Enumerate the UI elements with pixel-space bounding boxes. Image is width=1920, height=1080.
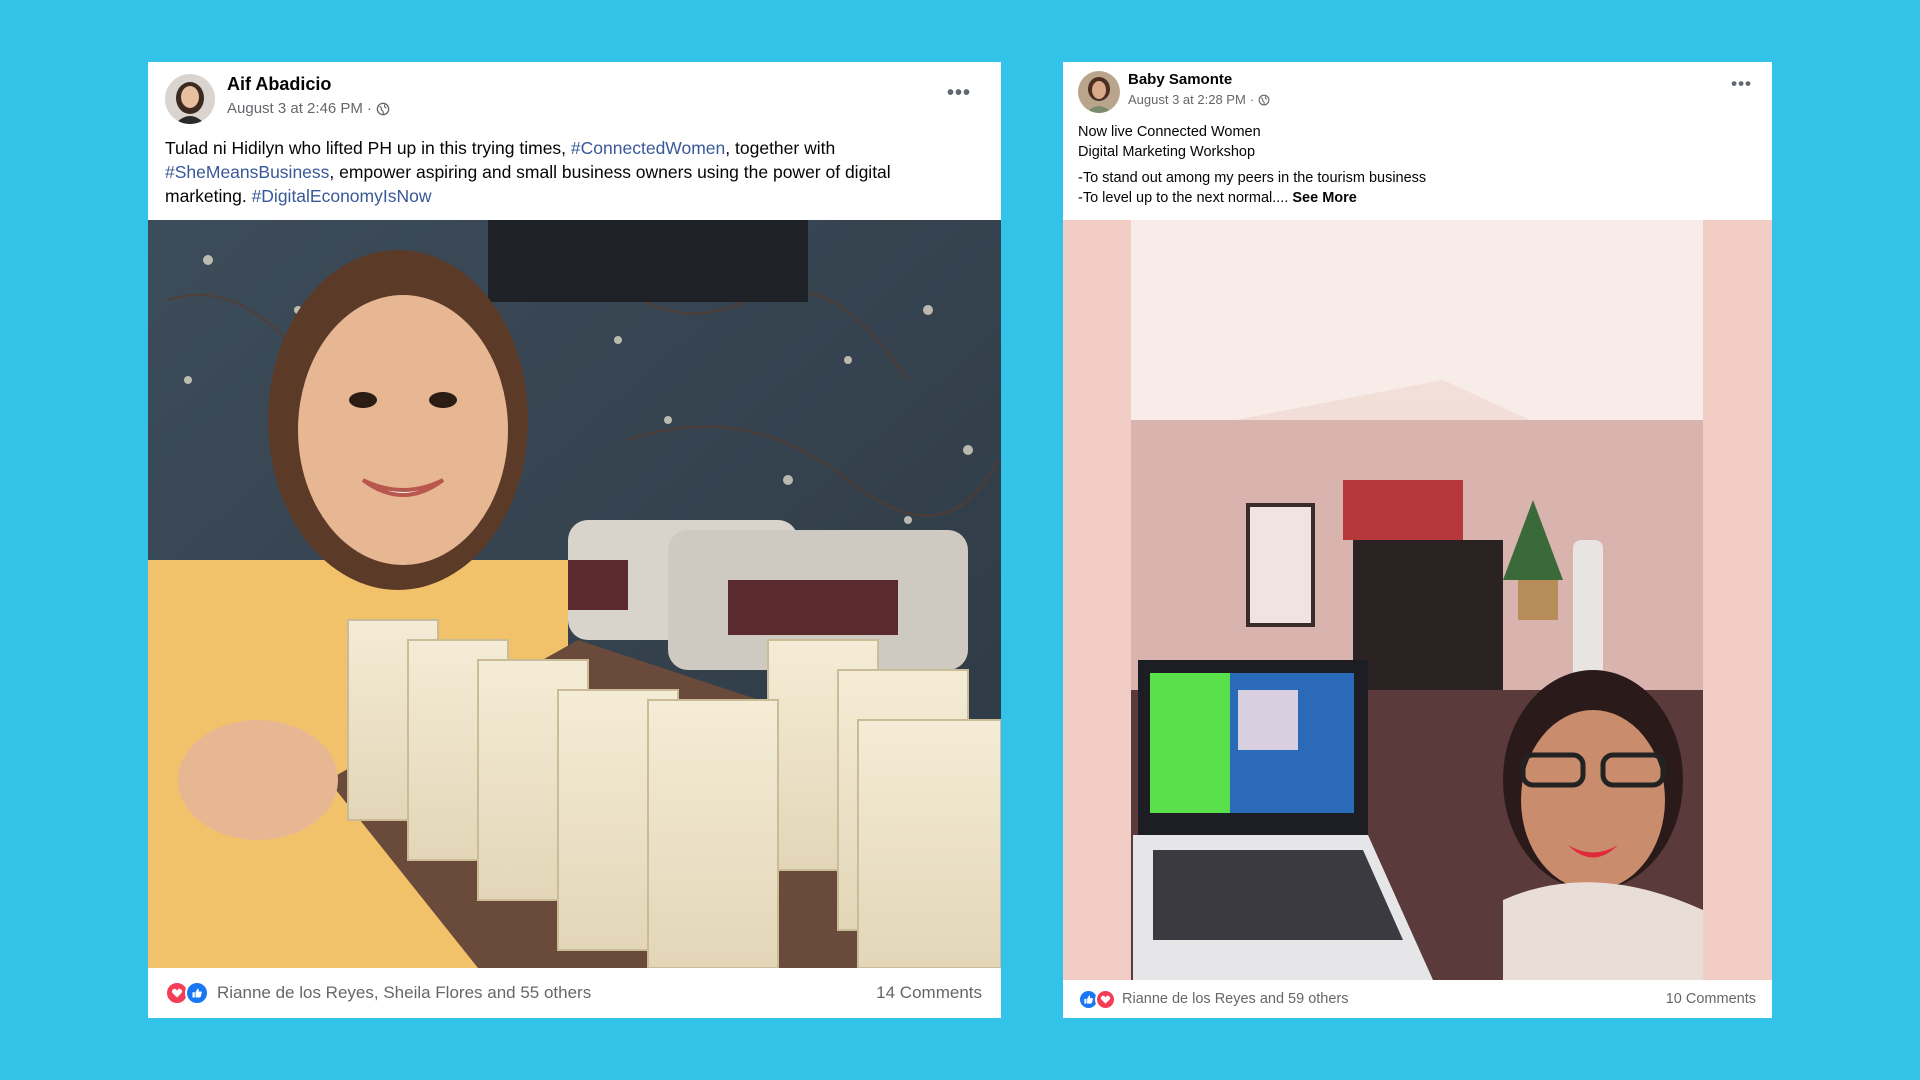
reactions-summary[interactable]: Rianne de los Reyes, Sheila Flores and 5… [165, 981, 591, 1005]
more-options-button[interactable]: ••• [947, 82, 971, 105]
post-footer: Rianne de los Reyes, Sheila Flores and 5… [148, 968, 1001, 1018]
hashtag-link[interactable]: #ConnectedWomen [571, 138, 725, 158]
post-text-part: Tulad ni Hidilyn who lifted PH up in thi… [165, 138, 571, 158]
post-meta: August 3 at 2:28 PM · [1128, 92, 1270, 107]
post-text-part: , together with [725, 138, 836, 158]
comments-count-link[interactable]: 14 Comments [876, 983, 982, 1003]
love-reaction-icon [1095, 988, 1116, 1010]
see-more-link[interactable]: See More [1292, 190, 1356, 206]
more-options-button[interactable]: ••• [1731, 74, 1752, 94]
author-name[interactable]: Aif Abadicio [227, 74, 331, 95]
post-text: Now live Connected Women Digital Marketi… [1078, 122, 1738, 208]
reactions-summary[interactable]: Rianne de los Reyes and 59 others [1078, 988, 1349, 1010]
author-name[interactable]: Baby Samonte [1128, 71, 1232, 88]
post-text-line: -To stand out among my peers in the tour… [1078, 170, 1427, 186]
hashtag-link[interactable]: #DigitalEconomyIsNow [252, 186, 432, 206]
like-reaction-icon [185, 981, 209, 1005]
meta-separator: · [1249, 92, 1255, 107]
post-text-line: -To level up to the next normal.... See … [1078, 188, 1738, 208]
avatar[interactable] [165, 74, 215, 124]
post-text-line: Now live Connected Women [1078, 124, 1261, 140]
reaction-names[interactable]: Rianne de los Reyes, Sheila Flores and 5… [217, 983, 591, 1003]
globe-icon [1258, 94, 1270, 105]
post-text: Tulad ni Hidilyn who lifted PH up in thi… [165, 136, 965, 208]
comments-count-link[interactable]: 10 Comments [1666, 991, 1756, 1007]
post-photo[interactable] [148, 220, 1001, 968]
facebook-post-baby-samonte: Baby Samonte August 3 at 2:28 PM · ••• N… [1063, 62, 1772, 1018]
post-timestamp[interactable]: August 3 at 2:28 PM [1128, 92, 1246, 107]
globe-icon [376, 102, 390, 115]
post-text-part: -To level up to the next normal.... [1078, 190, 1289, 206]
post-footer: Rianne de los Reyes and 59 others 10 Com… [1063, 980, 1772, 1018]
facebook-post-aif-abadicio: Aif Abadicio August 3 at 2:46 PM · ••• T… [148, 62, 1001, 1018]
post-timestamp[interactable]: August 3 at 2:46 PM [227, 100, 363, 117]
post-meta: August 3 at 2:46 PM · [227, 100, 390, 117]
post-text-line: Digital Marketing Workshop [1078, 144, 1256, 160]
hashtag-link[interactable]: #SheMeansBusiness [165, 162, 329, 182]
meta-separator: · [366, 100, 372, 117]
post-photo[interactable] [1063, 220, 1772, 980]
avatar[interactable] [1078, 71, 1120, 113]
reaction-names[interactable]: Rianne de los Reyes and 59 others [1122, 991, 1349, 1007]
